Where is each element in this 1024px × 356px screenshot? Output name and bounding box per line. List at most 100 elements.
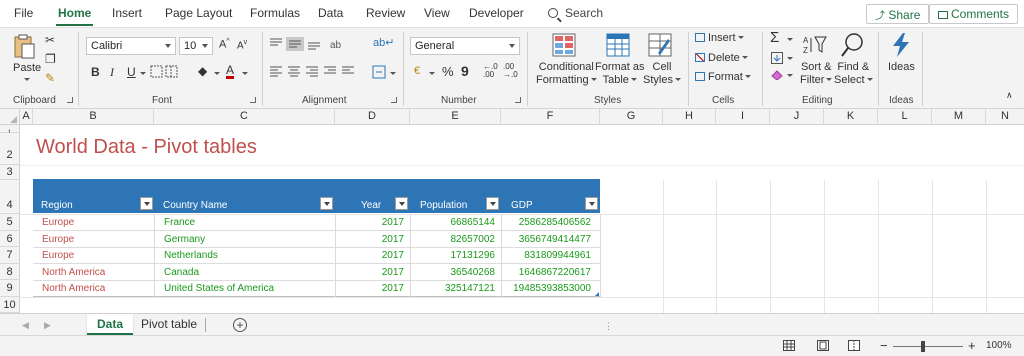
tab-developer[interactable]: Developer <box>469 6 524 20</box>
wrap-text-icon[interactable]: ab↵ <box>373 36 394 49</box>
sheet-tab-pivot-table[interactable]: Pivot table <box>131 314 207 335</box>
row-header[interactable]: 5 <box>0 214 20 231</box>
row-header[interactable]: 10 <box>0 297 20 313</box>
tab-page-layout[interactable]: Page Layout <box>165 6 232 20</box>
borders-icon[interactable] <box>150 65 184 79</box>
cell-country[interactable]: United States of America <box>164 283 274 294</box>
merge-dropdown-icon[interactable] <box>390 72 396 75</box>
zoom-out-icon[interactable]: − <box>880 338 888 353</box>
autosum-dropdown-icon[interactable] <box>787 38 793 41</box>
filter-dropdown-icon[interactable] <box>320 197 333 210</box>
cell-gdp[interactable]: 2586285406562 <box>505 217 591 228</box>
font-name-select[interactable]: Calibri <box>86 37 176 55</box>
comma-style-icon[interactable]: 9 <box>461 63 469 79</box>
column-header[interactable]: L <box>878 109 932 125</box>
filter-dropdown-icon[interactable] <box>140 197 153 210</box>
tab-formulas[interactable]: Formulas <box>250 6 300 20</box>
collapse-ribbon-icon[interactable]: ∧ <box>1006 90 1013 101</box>
clear-dropdown-icon[interactable] <box>787 74 793 77</box>
increase-font-icon[interactable]: A^ <box>219 38 230 51</box>
table-resize-handle-icon[interactable] <box>595 292 599 296</box>
alignment-launcher-icon[interactable] <box>391 97 397 103</box>
cell-year[interactable]: 2017 <box>340 217 404 228</box>
cell-region[interactable]: North America <box>42 267 105 278</box>
cell-year[interactable]: 2017 <box>340 234 404 245</box>
find-select-button[interactable]: Find & Select <box>834 61 873 87</box>
tab-insert[interactable]: Insert <box>112 6 142 20</box>
cell-country[interactable]: France <box>164 217 195 228</box>
column-header[interactable]: C <box>154 109 335 125</box>
row-header[interactable]: 2 <box>0 133 20 165</box>
header-population[interactable]: Population <box>420 200 467 211</box>
paste-button[interactable]: Paste <box>13 62 41 74</box>
conditional-formatting-button[interactable]: Conditional Formatting <box>536 61 597 87</box>
filter-dropdown-icon[interactable] <box>486 197 499 210</box>
zoom-slider-thumb[interactable] <box>921 341 925 352</box>
filter-dropdown-icon[interactable] <box>585 197 598 210</box>
cell-country[interactable]: Germany <box>164 234 205 245</box>
zoom-slider-track[interactable] <box>893 346 963 347</box>
autosum-icon[interactable]: Σ <box>770 29 779 46</box>
tab-data[interactable]: Data <box>318 6 343 20</box>
search-box[interactable]: Search <box>548 6 603 20</box>
zoom-in-icon[interactable]: + <box>968 338 976 353</box>
percent-style-icon[interactable]: % <box>442 64 454 79</box>
scroll-right-icon[interactable]: ▶ <box>44 320 51 331</box>
tab-review[interactable]: Review <box>366 6 405 20</box>
horizontal-scrollbar-grip-icon[interactable]: ⋮ <box>604 321 613 332</box>
header-region[interactable]: Region <box>41 200 73 211</box>
tab-file[interactable]: File <box>14 6 33 20</box>
cell-gdp[interactable]: 3656749414477 <box>505 234 591 245</box>
header-country-name[interactable]: Country Name <box>163 200 227 211</box>
horizontal-align-icons[interactable] <box>268 65 358 79</box>
paste-dropdown-icon[interactable] <box>24 78 30 81</box>
format-painter-icon[interactable]: ✎ <box>45 71 55 85</box>
clear-icon[interactable] <box>771 70 783 81</box>
column-header[interactable]: M <box>932 109 986 125</box>
select-all-corner[interactable] <box>0 109 20 125</box>
column-header[interactable]: K <box>824 109 878 125</box>
underline-dropdown-icon[interactable] <box>140 72 146 75</box>
column-header[interactable]: H <box>663 109 716 125</box>
number-format-select[interactable]: General <box>410 37 520 55</box>
fill-dropdown-icon[interactable] <box>787 57 793 60</box>
fill-icon[interactable] <box>771 52 783 64</box>
format-as-table-button[interactable]: Format as Table <box>595 61 645 87</box>
insert-cells-button[interactable]: Insert <box>695 32 744 44</box>
cell-population[interactable]: 325147121 <box>415 283 495 294</box>
column-header[interactable]: A <box>20 109 33 125</box>
sheet-title[interactable]: World Data - Pivot tables <box>36 136 257 159</box>
cell-year[interactable]: 2017 <box>340 267 404 278</box>
tab-home[interactable]: Home <box>55 6 94 26</box>
cell-region[interactable]: Europe <box>42 217 74 228</box>
row-header[interactable]: 3 <box>0 165 20 180</box>
row-header[interactable]: 1 <box>0 125 20 136</box>
clipboard-launcher-icon[interactable] <box>67 97 73 103</box>
font-color-icon[interactable]: A <box>226 64 235 79</box>
accounting-dropdown-icon[interactable] <box>429 72 435 75</box>
column-header[interactable]: G <box>600 109 663 125</box>
header-year[interactable]: Year <box>361 200 381 211</box>
italic-icon[interactable]: I <box>110 65 114 80</box>
ideas-button[interactable]: Ideas <box>888 61 915 73</box>
cell-country[interactable]: Netherlands <box>164 250 218 261</box>
sheet-tab-data[interactable]: Data <box>87 314 134 335</box>
sort-filter-button[interactable]: Sort & Filter <box>800 61 833 87</box>
cell-gdp[interactable]: 831809944961 <box>505 250 591 261</box>
column-header[interactable]: D <box>335 109 410 125</box>
font-color-dropdown-icon[interactable] <box>242 72 248 75</box>
row-header[interactable]: 4 <box>0 180 20 214</box>
cell-country[interactable]: Canada <box>164 267 199 278</box>
share-button[interactable]: ⤴ Share <box>866 4 930 24</box>
scroll-left-icon[interactable]: ◀ <box>22 320 29 331</box>
row-header[interactable]: 7 <box>0 247 20 264</box>
fill-color-icon[interactable]: ◆ <box>198 64 207 78</box>
cell-population[interactable]: 17131296 <box>415 250 496 261</box>
add-sheet-icon[interactable]: + <box>233 318 247 332</box>
format-cells-button[interactable]: Format <box>695 71 751 83</box>
cell-gdp[interactable]: 1646867220617 <box>505 267 591 278</box>
accounting-format-icon[interactable]: € <box>414 65 420 77</box>
cell-styles-button[interactable]: Cell Styles <box>643 61 681 87</box>
cut-icon[interactable]: ✂ <box>45 33 55 47</box>
cell-year[interactable]: 2017 <box>340 250 404 261</box>
